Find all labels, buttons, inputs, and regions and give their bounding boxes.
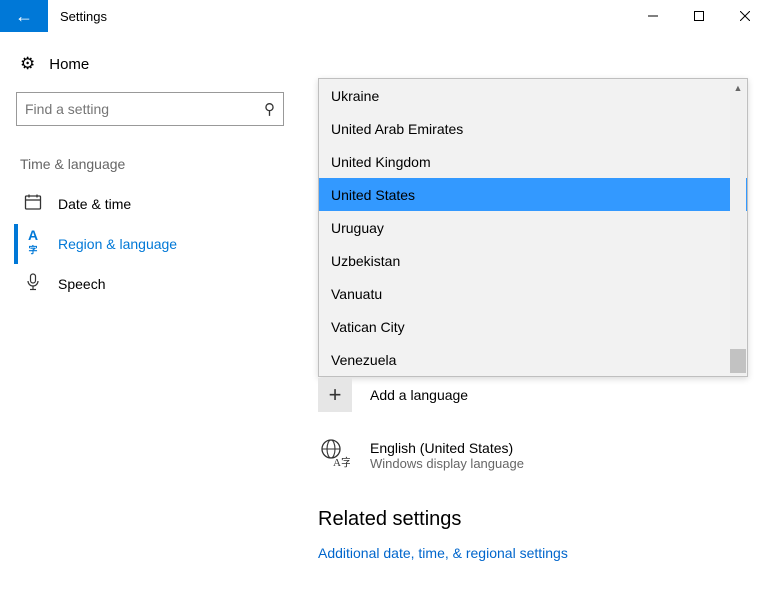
- microphone-icon: [24, 273, 42, 296]
- dropdown-item[interactable]: Venezuela: [319, 343, 747, 376]
- home-label: Home: [49, 56, 89, 73]
- language-name: English (United States): [370, 440, 524, 456]
- dropdown-item[interactable]: United States: [319, 178, 747, 211]
- gear-icon: ⚙: [20, 54, 35, 74]
- dropdown-item[interactable]: Ukraine: [319, 79, 747, 112]
- add-language-button[interactable]: + Add a language: [318, 378, 748, 412]
- dropdown-item[interactable]: Vanuatu: [319, 277, 747, 310]
- language-status: Windows display language: [370, 456, 524, 471]
- search-input[interactable]: [25, 101, 264, 117]
- nav-item-label: Date & time: [58, 196, 131, 212]
- dropdown-item[interactable]: Uzbekistan: [319, 244, 747, 277]
- maximize-button[interactable]: [676, 0, 722, 32]
- related-settings-heading: Related settings: [318, 508, 748, 531]
- language-icon: A字: [24, 227, 42, 262]
- window-controls: [630, 0, 768, 32]
- back-arrow-icon: ←: [15, 6, 33, 27]
- below-dropdown: + Add a language A字 English (United Stat…: [318, 378, 748, 561]
- dropdown-item[interactable]: United Arab Emirates: [319, 112, 747, 145]
- search-icon: ⚲: [264, 100, 275, 118]
- current-language-row[interactable]: A字 English (United States) Windows displ…: [318, 438, 748, 472]
- additional-settings-link[interactable]: Additional date, time, & regional settin…: [318, 545, 748, 561]
- settings-window: ← Settings ⚙ Home ⚲ Time & langua: [0, 0, 768, 606]
- globe-language-icon: A字: [318, 438, 352, 472]
- home-nav[interactable]: ⚙ Home: [16, 54, 284, 74]
- dropdown-scrollbar[interactable]: ▲: [730, 80, 746, 375]
- svg-text:A字: A字: [333, 455, 350, 468]
- search-box[interactable]: ⚲: [16, 92, 284, 126]
- main-area: ⚙ Home ⚲ Time & language Date & time A字 …: [0, 32, 768, 606]
- close-button[interactable]: [722, 0, 768, 32]
- nav-speech[interactable]: Speech: [14, 264, 284, 304]
- content-pane: UkraineUnited Arab EmiratesUnited Kingdo…: [300, 32, 768, 606]
- nav-item-label: Region & language: [58, 236, 177, 252]
- minimize-button[interactable]: [630, 0, 676, 32]
- add-language-label: Add a language: [370, 387, 468, 403]
- nav-date-time[interactable]: Date & time: [14, 184, 284, 224]
- scroll-up-icon[interactable]: ▲: [730, 80, 746, 96]
- scroll-thumb[interactable]: [730, 349, 746, 373]
- clock-icon: [24, 193, 42, 216]
- plus-icon: +: [318, 378, 352, 412]
- nav-item-label: Speech: [58, 276, 105, 292]
- window-title: Settings: [48, 0, 107, 32]
- dropdown-item[interactable]: Vatican City: [319, 310, 747, 343]
- back-button[interactable]: ←: [0, 0, 48, 32]
- region-dropdown-list[interactable]: UkraineUnited Arab EmiratesUnited Kingdo…: [318, 78, 748, 377]
- nav-region-language[interactable]: A字 Region & language: [14, 224, 284, 264]
- dropdown-item[interactable]: Uruguay: [319, 211, 747, 244]
- sidebar: ⚙ Home ⚲ Time & language Date & time A字 …: [0, 32, 300, 606]
- nav-group-label: Time & language: [20, 156, 284, 172]
- dropdown-item[interactable]: United Kingdom: [319, 145, 747, 178]
- title-bar: ← Settings: [0, 0, 768, 32]
- current-language-text: English (United States) Windows display …: [370, 440, 524, 471]
